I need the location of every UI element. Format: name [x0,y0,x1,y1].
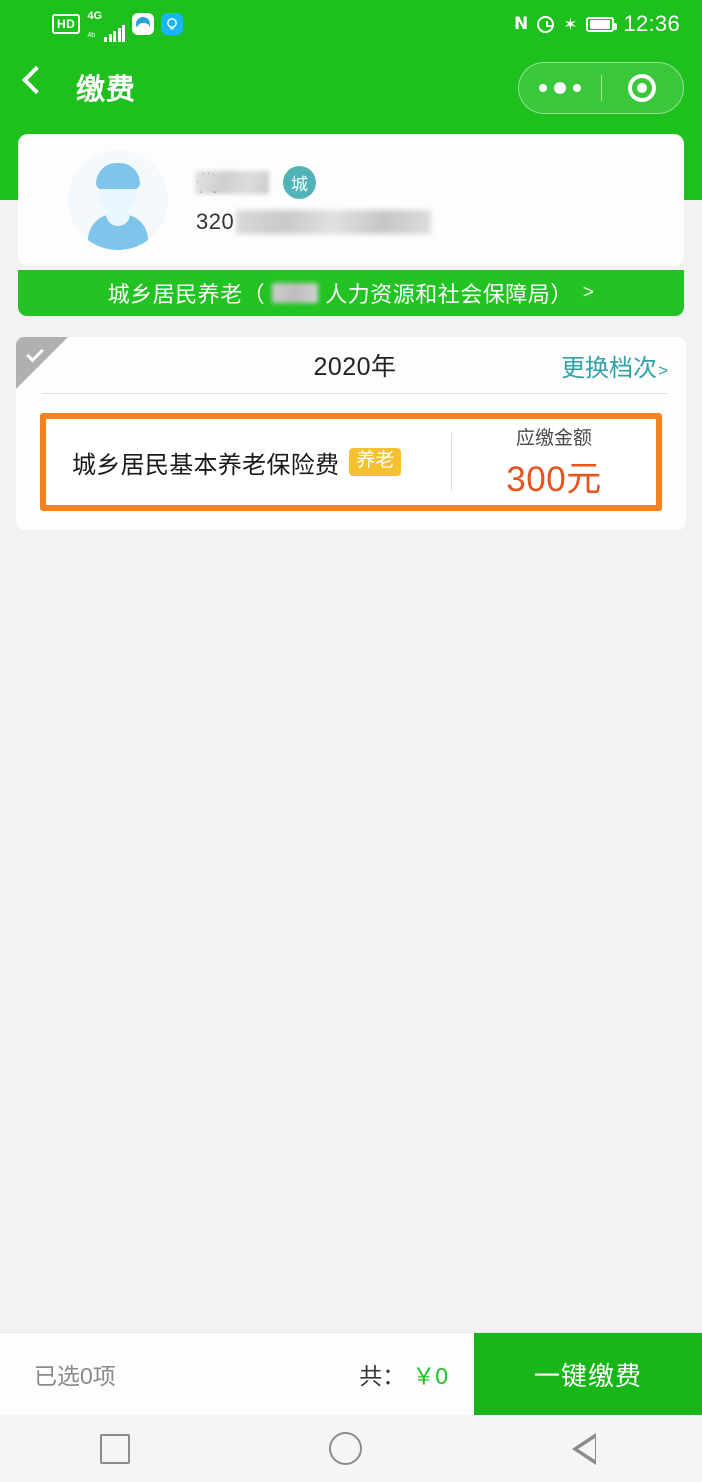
change-tier-link[interactable]: 更换档次 > [561,348,668,383]
payment-year: 2020年 [313,353,397,381]
total-wrapper: 共： ￥0 [359,1357,448,1391]
user-id-row: 320 [196,208,432,235]
home-circle-icon[interactable] [329,1432,363,1465]
back-triangle-icon[interactable] [562,1432,602,1465]
network-type-label: 4G 4b [87,10,103,40]
status-bar-right: N ✶ 12:36 [514,11,680,37]
android-navigation-bar [0,1415,702,1482]
more-dots-icon[interactable] [519,82,601,94]
bottom-action-bar: 已选0项 共： ￥0 一键缴费 [0,1332,702,1416]
one-click-pay-button[interactable]: 一键缴费 [474,1332,702,1416]
change-tier-label: 更换档次 [561,354,658,382]
org-text-before: 城乡居民养老（ [107,282,266,307]
nfc-icon: N [513,13,529,34]
status-badge: 城 [283,165,317,199]
battery-icon [586,16,618,32]
user-info-card: 代 城 320 [18,134,684,266]
mini-program-capsule[interactable] [518,62,684,114]
user-id-prefix: 320 [196,208,235,234]
amount-due-value: 300元 [506,459,602,499]
target-circle-icon[interactable] [602,74,684,102]
app-icon-bulb [161,13,184,35]
status-bar: HD 4G 4b N ✶ 12:36 [0,0,702,48]
status-bar-left: HD 4G 4b [52,6,184,42]
page-title: 缴费 [76,74,137,106]
total-label: 共： [359,1363,406,1389]
network-indicator: 4G 4b [87,6,126,42]
alarm-icon [537,15,555,33]
total-amount: ￥0 [412,1363,448,1389]
payment-card: 2020年 更换档次 > 城乡居民基本养老保险费 养老 应缴金额 300元 [16,337,686,530]
pension-tag: 养老 [349,448,402,476]
payment-item-right: 应缴金额 300元 [452,419,656,505]
selected-count-label: 已选0项 [34,1363,116,1389]
user-name-masked [195,170,270,194]
payment-item-name: 城乡居民基本养老保险费 [72,451,340,479]
bluetooth-icon: ✶ [563,14,578,34]
chevron-right-icon: > [658,360,668,380]
payment-item-row[interactable]: 城乡居民基本养老保险费 养老 应缴金额 300元 [40,413,662,511]
payment-item-left: 城乡居民基本养老保险费 养老 [46,419,451,505]
app-icon-white [132,13,155,35]
organization-selector-bar[interactable]: 城乡居民养老（ 人力资源和社会保障局） > [18,270,684,316]
hd-icon: HD [52,14,81,34]
recents-square-icon[interactable] [99,1433,130,1464]
org-name-masked [272,283,319,303]
user-details: 代 城 320 [195,165,432,235]
amount-due-label: 应缴金额 [515,427,592,449]
status-bar-clock: 12:36 [623,11,680,36]
app-nav-bar: 缴费 [0,48,702,130]
org-text-after: 人力资源和社会保障局） [325,282,573,307]
signal-bars-icon [104,25,126,42]
user-avatar-icon [68,150,168,250]
chevron-right-icon: > [582,282,595,303]
user-id-masked [236,209,432,234]
back-chevron-icon[interactable] [21,65,51,95]
user-name-row: 代 城 [195,165,431,199]
payment-card-header: 2020年 更换档次 > [42,337,668,394]
